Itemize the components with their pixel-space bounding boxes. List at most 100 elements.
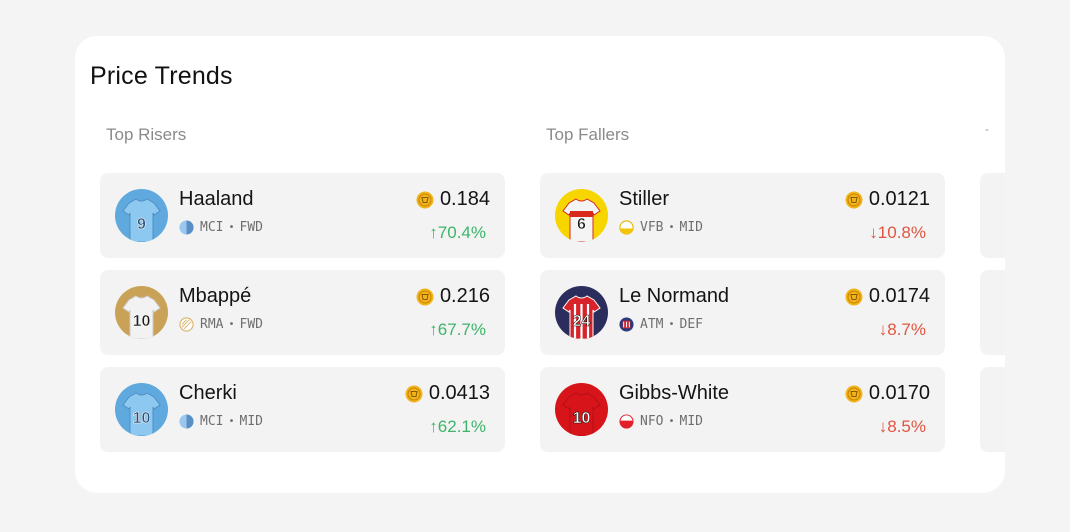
top-fallers-list: 6 Stiller VFB • MID 0.0121 ↓10.8% 24 Le …	[540, 173, 945, 452]
player-row[interactable]: 24 Le Normand ATM • DEF 0.0174 ↓8.7%	[540, 270, 945, 355]
player-price: 0.216	[416, 285, 490, 308]
price-change: ↓8.7%	[879, 320, 926, 340]
price-change: ↓8.5%	[879, 417, 926, 437]
third-column-row-peek[interactable]	[980, 173, 1005, 258]
team-badge-icon	[179, 220, 194, 235]
meta-separator: •	[228, 319, 235, 330]
price-value: 0.0174	[868, 285, 930, 307]
top-risers-column: Top Risers 9 Haaland MCI • FWD 0.184 ↑70…	[100, 124, 505, 464]
price-value: 0.0121	[868, 188, 930, 210]
third-column-row-peek[interactable]	[980, 367, 1005, 452]
svg-text:6: 6	[577, 216, 586, 233]
third-column-heading-peek: -	[985, 122, 989, 136]
jersey-avatar: 9	[115, 189, 168, 242]
player-price: 0.0413	[405, 382, 490, 405]
price-value: 0.184	[439, 188, 490, 210]
jersey-avatar: 10	[115, 286, 168, 339]
svg-text:10: 10	[133, 313, 151, 330]
player-name: Stiller	[619, 188, 670, 210]
down-arrow-icon: ↓	[869, 223, 878, 242]
svg-text:10: 10	[573, 410, 591, 427]
position-code: FWD	[239, 317, 263, 332]
change-value: 10.8%	[877, 223, 926, 242]
down-arrow-icon: ↓	[878, 320, 888, 339]
svg-text:9: 9	[137, 216, 146, 233]
coin-icon	[845, 288, 863, 306]
player-row[interactable]: 10 Mbappé RMA • FWD 0.216 ↑67.7%	[100, 270, 505, 355]
change-value: 70.4%	[437, 223, 486, 242]
player-row[interactable]: 9 Haaland MCI • FWD 0.184 ↑70.4%	[100, 173, 505, 258]
position-code: DEF	[679, 317, 703, 332]
price-trends-card: Price Trends Top Risers 9 Haaland MCI • …	[75, 36, 1005, 493]
position-code: MID	[679, 220, 703, 235]
change-value: 67.7%	[437, 320, 486, 339]
jersey-avatar: 10	[115, 383, 168, 436]
top-fallers-heading: Top Fallers	[546, 125, 630, 144]
svg-text:10: 10	[133, 410, 151, 427]
player-meta: VFB • MID	[619, 220, 703, 235]
player-price: 0.0174	[845, 285, 930, 308]
player-meta: MCI • FWD	[179, 220, 263, 235]
meta-separator: •	[668, 319, 675, 330]
player-row[interactable]: 10 Gibbs-White NFO • MID 0.0170 ↓8.5%	[540, 367, 945, 452]
player-name: Haaland	[179, 188, 254, 210]
coin-icon	[845, 191, 863, 209]
page-title: Price Trends	[90, 62, 233, 90]
player-meta: MCI • MID	[179, 414, 263, 429]
player-name: Mbappé	[179, 285, 252, 307]
up-arrow-icon: ↑	[429, 417, 438, 436]
player-meta: RMA • FWD	[179, 317, 263, 332]
price-value: 0.0170	[868, 382, 930, 404]
top-fallers-column: Top Fallers 6 Stiller VFB • MID 0.0121 ↓…	[540, 124, 945, 464]
price-value: 0.0413	[428, 382, 490, 404]
top-risers-heading: Top Risers	[106, 125, 187, 144]
team-code: MCI	[200, 414, 224, 429]
player-price: 0.184	[416, 188, 490, 211]
change-value: 8.5%	[887, 417, 926, 436]
price-change: ↑70.4%	[429, 223, 486, 243]
down-arrow-icon: ↓	[878, 417, 888, 436]
meta-separator: •	[668, 416, 675, 427]
player-row[interactable]: 10 Cherki MCI • MID 0.0413 ↑62.1%	[100, 367, 505, 452]
player-meta: ATM • DEF	[619, 317, 703, 332]
team-code: NFO	[640, 414, 664, 429]
team-badge-icon	[179, 414, 194, 429]
jersey-avatar: 10	[555, 383, 608, 436]
player-name: Gibbs-White	[619, 382, 730, 404]
team-badge-icon	[619, 317, 634, 332]
jersey-avatar: 24	[555, 286, 608, 339]
coin-icon	[416, 191, 434, 209]
position-code: FWD	[239, 220, 263, 235]
svg-text:24: 24	[573, 313, 591, 330]
team-code: MCI	[200, 220, 224, 235]
coin-icon	[845, 385, 863, 403]
player-name: Cherki	[179, 382, 237, 404]
player-name: Le Normand	[619, 285, 730, 307]
change-value: 62.1%	[437, 417, 486, 436]
position-code: MID	[679, 414, 703, 429]
top-risers-list: 9 Haaland MCI • FWD 0.184 ↑70.4% 10 Mbap…	[100, 173, 505, 452]
change-value: 8.7%	[887, 320, 926, 339]
jersey-avatar: 6	[555, 189, 608, 242]
team-badge-icon	[619, 414, 634, 429]
team-code: VFB	[640, 220, 664, 235]
player-meta: NFO • MID	[619, 414, 703, 429]
third-column-row-peek[interactable]	[980, 270, 1005, 355]
player-price: 0.0121	[845, 188, 930, 211]
price-change: ↓10.8%	[869, 223, 926, 243]
price-change: ↑62.1%	[429, 417, 486, 437]
up-arrow-icon: ↑	[429, 320, 438, 339]
meta-separator: •	[228, 416, 235, 427]
team-code: RMA	[200, 317, 224, 332]
meta-separator: •	[668, 222, 675, 233]
player-row[interactable]: 6 Stiller VFB • MID 0.0121 ↓10.8%	[540, 173, 945, 258]
team-badge-icon	[619, 220, 634, 235]
coin-icon	[405, 385, 423, 403]
position-code: MID	[239, 414, 263, 429]
team-badge-icon	[179, 317, 194, 332]
price-change: ↑67.7%	[429, 320, 486, 340]
coin-icon	[416, 288, 434, 306]
up-arrow-icon: ↑	[429, 223, 438, 242]
meta-separator: •	[228, 222, 235, 233]
player-price: 0.0170	[845, 382, 930, 405]
